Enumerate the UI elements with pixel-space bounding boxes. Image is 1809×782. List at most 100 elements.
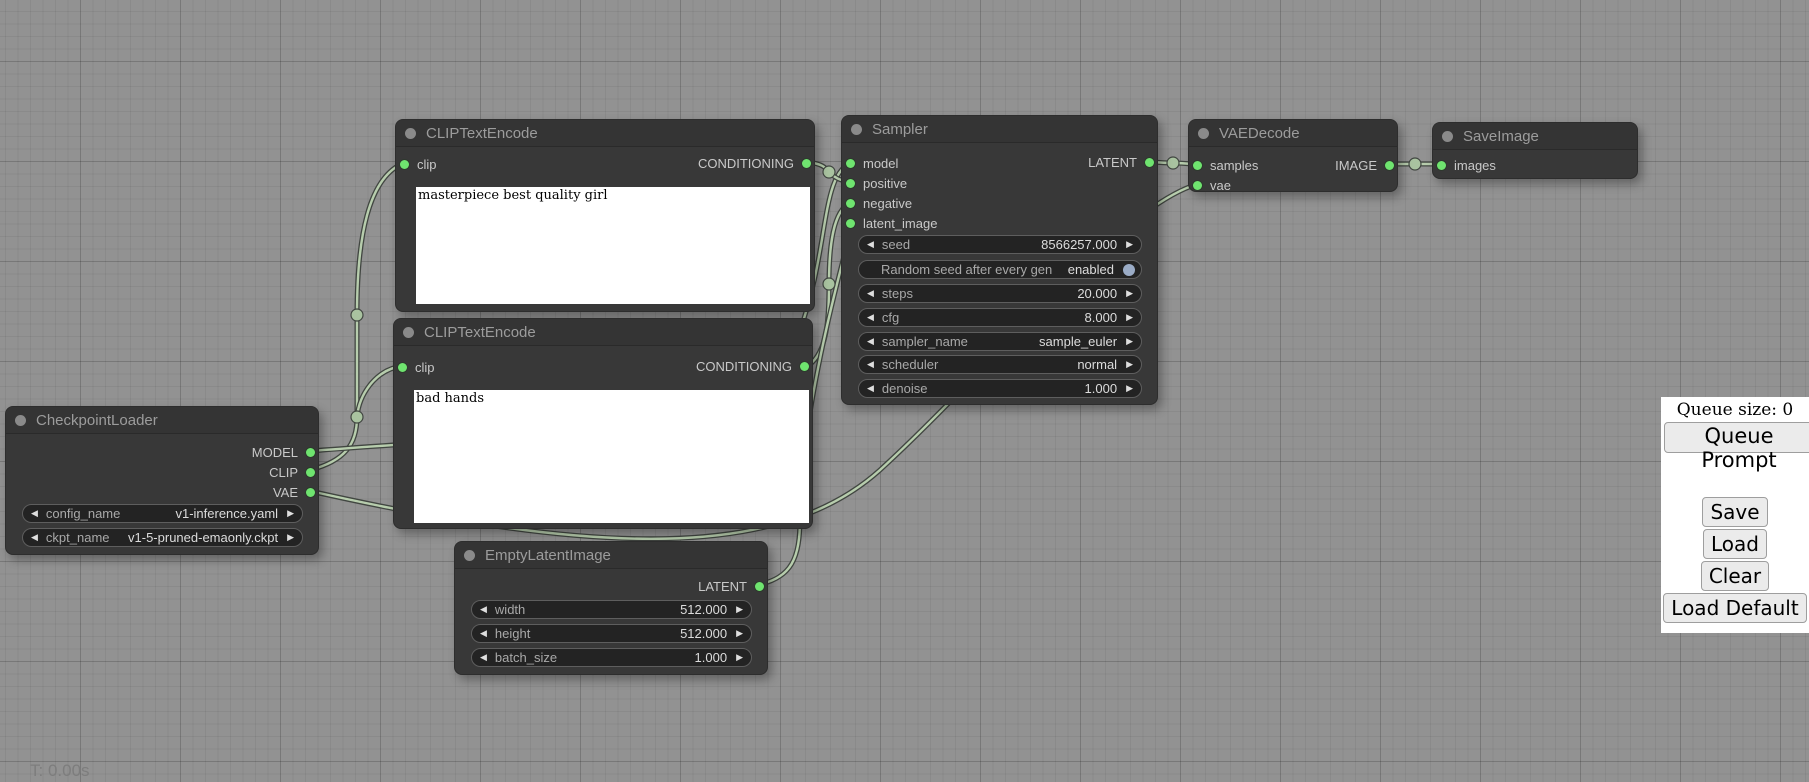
collapse-dot-icon[interactable] bbox=[851, 124, 862, 135]
input-port-positive[interactable]: positive bbox=[846, 174, 907, 192]
node-header: VAEDecode bbox=[1189, 120, 1397, 147]
input-port-samples[interactable]: samples bbox=[1193, 156, 1258, 174]
load-default-button[interactable]: Load Default bbox=[1663, 593, 1806, 623]
widget-random-seed-toggle[interactable]: Random seed after every gen enabled bbox=[858, 260, 1142, 279]
widget-sampler-name[interactable]: ◀ sampler_name sample_euler ▶ bbox=[858, 332, 1142, 351]
output-port-latent[interactable]: LATENT bbox=[698, 577, 764, 595]
increment-arrow-icon[interactable]: ▶ bbox=[736, 653, 743, 662]
collapse-dot-icon[interactable] bbox=[15, 415, 26, 426]
load-button[interactable]: Load bbox=[1703, 529, 1767, 559]
node-vae-decode[interactable]: VAEDecode samples vae IMAGE bbox=[1188, 119, 1398, 192]
node-empty-latent-image[interactable]: EmptyLatentImage LATENT ◀ width 512.000 … bbox=[454, 541, 768, 675]
reroute-dot[interactable] bbox=[1167, 157, 1179, 169]
decrement-arrow-icon[interactable]: ◀ bbox=[867, 240, 874, 249]
collapse-dot-icon[interactable] bbox=[1442, 131, 1453, 142]
increment-arrow-icon[interactable]: ▶ bbox=[1126, 337, 1133, 346]
port-dot-icon bbox=[1385, 161, 1394, 170]
port-dot-icon bbox=[306, 468, 315, 477]
widget-config-name[interactable]: ◀ config_name v1-inference.yaml ▶ bbox=[22, 504, 303, 523]
decrement-arrow-icon[interactable]: ◀ bbox=[480, 605, 487, 614]
decrement-arrow-icon[interactable]: ◀ bbox=[867, 289, 874, 298]
port-dot-icon bbox=[1437, 161, 1446, 170]
decrement-arrow-icon[interactable]: ◀ bbox=[480, 629, 487, 638]
decrement-arrow-icon[interactable]: ◀ bbox=[31, 533, 38, 542]
clear-button[interactable]: Clear bbox=[1701, 561, 1769, 591]
increment-arrow-icon[interactable]: ▶ bbox=[1126, 240, 1133, 249]
node-header: CLIPTextEncode bbox=[396, 120, 814, 147]
input-port-clip[interactable]: clip bbox=[400, 155, 437, 173]
menu-button-stack: Save Load Clear Load Default bbox=[1661, 496, 1809, 624]
queue-size-label: Queue size: 0 bbox=[1661, 397, 1809, 420]
input-port-negative[interactable]: negative bbox=[846, 194, 912, 212]
increment-arrow-icon[interactable]: ▶ bbox=[736, 629, 743, 638]
input-port-vae[interactable]: vae bbox=[1193, 176, 1231, 194]
output-port-model[interactable]: MODEL bbox=[252, 443, 315, 461]
widget-denoise[interactable]: ◀ denoise 1.000 ▶ bbox=[858, 379, 1142, 398]
decrement-arrow-icon[interactable]: ◀ bbox=[31, 509, 38, 518]
port-dot-icon bbox=[306, 448, 315, 457]
output-port-vae[interactable]: VAE bbox=[273, 483, 315, 501]
node-clip-text-encode-negative[interactable]: CLIPTextEncode clip CONDITIONING bad han… bbox=[393, 318, 813, 529]
increment-arrow-icon[interactable]: ▶ bbox=[1126, 289, 1133, 298]
collapse-dot-icon[interactable] bbox=[1198, 128, 1209, 139]
output-port-conditioning[interactable]: CONDITIONING bbox=[698, 154, 811, 172]
positive-prompt-textarea[interactable]: masterpiece best quality girl bbox=[416, 187, 810, 304]
port-dot-icon bbox=[846, 219, 855, 228]
collapse-dot-icon[interactable] bbox=[403, 327, 414, 338]
negative-prompt-textarea[interactable]: bad hands bbox=[414, 390, 809, 523]
node-header: CheckpointLoader bbox=[6, 407, 318, 434]
increment-arrow-icon[interactable]: ▶ bbox=[736, 605, 743, 614]
node-header: SaveImage bbox=[1433, 123, 1637, 150]
reroute-dot[interactable] bbox=[823, 278, 835, 290]
output-port-image[interactable]: IMAGE bbox=[1335, 156, 1394, 174]
node-save-image[interactable]: SaveImage images bbox=[1432, 122, 1638, 179]
node-checkpoint-loader[interactable]: CheckpointLoader MODEL CLIP VAE ◀ config… bbox=[5, 406, 319, 555]
node-sampler[interactable]: Sampler model positive negative latent_i… bbox=[841, 115, 1158, 405]
reroute-dot[interactable] bbox=[823, 166, 835, 178]
widget-cfg[interactable]: ◀ cfg 8.000 ▶ bbox=[858, 308, 1142, 327]
widget-steps[interactable]: ◀ steps 20.000 ▶ bbox=[858, 284, 1142, 303]
node-title: EmptyLatentImage bbox=[485, 547, 611, 564]
widget-seed[interactable]: ◀ seed 8566257.000 ▶ bbox=[858, 235, 1142, 254]
port-dot-icon bbox=[1193, 181, 1202, 190]
increment-arrow-icon[interactable]: ▶ bbox=[1126, 384, 1133, 393]
increment-arrow-icon[interactable]: ▶ bbox=[287, 509, 294, 518]
node-title: Sampler bbox=[872, 121, 928, 138]
output-port-latent[interactable]: LATENT bbox=[1088, 153, 1154, 171]
port-dot-icon bbox=[846, 159, 855, 168]
increment-arrow-icon[interactable]: ▶ bbox=[287, 533, 294, 542]
collapse-dot-icon[interactable] bbox=[464, 550, 475, 561]
input-port-model[interactable]: model bbox=[846, 154, 898, 172]
output-port-clip[interactable]: CLIP bbox=[269, 463, 315, 481]
output-port-conditioning[interactable]: CONDITIONING bbox=[696, 357, 809, 375]
save-button[interactable]: Save bbox=[1702, 497, 1767, 527]
node-header: EmptyLatentImage bbox=[455, 542, 767, 569]
reroute-dot[interactable] bbox=[351, 309, 363, 321]
widget-width[interactable]: ◀ width 512.000 ▶ bbox=[471, 600, 752, 619]
widget-scheduler[interactable]: ◀ scheduler normal ▶ bbox=[858, 355, 1142, 374]
decrement-arrow-icon[interactable]: ◀ bbox=[867, 313, 874, 322]
widget-batch-size[interactable]: ◀ batch_size 1.000 ▶ bbox=[471, 648, 752, 667]
increment-arrow-icon[interactable]: ▶ bbox=[1126, 360, 1133, 369]
collapse-dot-icon[interactable] bbox=[405, 128, 416, 139]
queue-prompt-button[interactable]: Queue Prompt bbox=[1664, 422, 1809, 453]
node-clip-text-encode-positive[interactable]: CLIPTextEncode clip CONDITIONING masterp… bbox=[395, 119, 815, 312]
widget-height[interactable]: ◀ height 512.000 ▶ bbox=[471, 624, 752, 643]
decrement-arrow-icon[interactable]: ◀ bbox=[867, 360, 874, 369]
widget-ckpt-name[interactable]: ◀ ckpt_name v1-5-pruned-emaonly.ckpt ▶ bbox=[22, 528, 303, 547]
port-dot-icon bbox=[802, 159, 811, 168]
reroute-dot[interactable] bbox=[1409, 158, 1421, 170]
increment-arrow-icon[interactable]: ▶ bbox=[1126, 313, 1133, 322]
toggle-dot-icon[interactable] bbox=[1123, 264, 1135, 276]
decrement-arrow-icon[interactable]: ◀ bbox=[480, 653, 487, 662]
input-port-clip[interactable]: clip bbox=[398, 358, 435, 376]
port-dot-icon bbox=[1193, 161, 1202, 170]
reroute-dot[interactable] bbox=[351, 411, 363, 423]
port-dot-icon bbox=[400, 160, 409, 169]
port-dot-icon bbox=[1145, 158, 1154, 167]
decrement-arrow-icon[interactable]: ◀ bbox=[867, 337, 874, 346]
input-port-latent-image[interactable]: latent_image bbox=[846, 214, 937, 232]
decrement-arrow-icon[interactable]: ◀ bbox=[867, 384, 874, 393]
input-port-images[interactable]: images bbox=[1437, 156, 1496, 174]
execution-timer: T: 0.00s bbox=[30, 761, 90, 781]
